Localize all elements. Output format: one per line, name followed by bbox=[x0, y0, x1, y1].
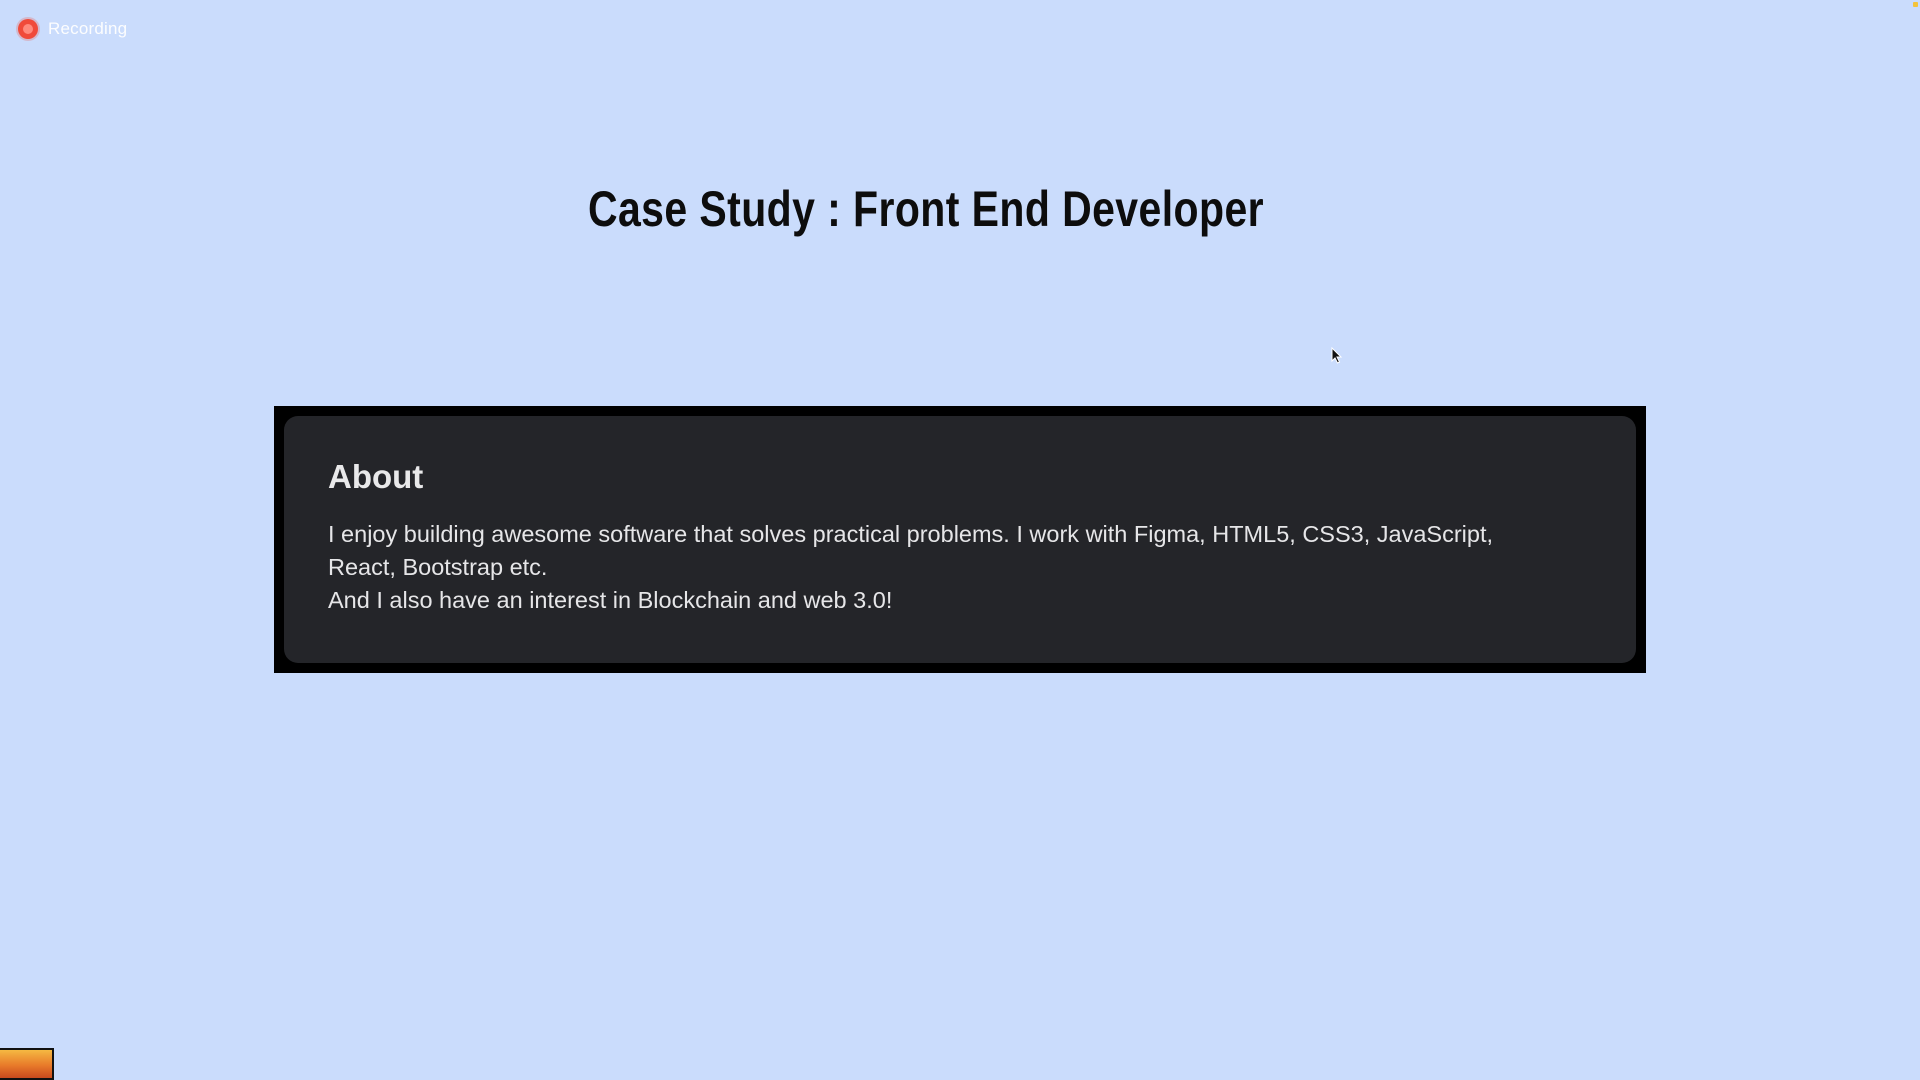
about-card-frame: About I enjoy building awesome software … bbox=[274, 406, 1646, 673]
about-text: I enjoy building awesome software that s… bbox=[328, 518, 1594, 617]
webcam-thumbnail-icon[interactable] bbox=[0, 1048, 54, 1080]
about-line-1: I enjoy building awesome software that s… bbox=[328, 521, 1494, 547]
corner-status-icon bbox=[1913, 2, 1918, 7]
record-icon bbox=[18, 19, 38, 39]
about-card: About I enjoy building awesome software … bbox=[284, 416, 1636, 663]
about-line-3: And I also have an interest in Blockchai… bbox=[328, 587, 893, 613]
recording-label: Recording bbox=[48, 19, 128, 38]
about-heading: About bbox=[328, 458, 424, 495]
about-line-2: React, Bootstrap etc. bbox=[328, 554, 548, 580]
page-title: Case Study : Front End Developer bbox=[587, 181, 1265, 237]
recording-indicator: Recording bbox=[18, 19, 127, 39]
